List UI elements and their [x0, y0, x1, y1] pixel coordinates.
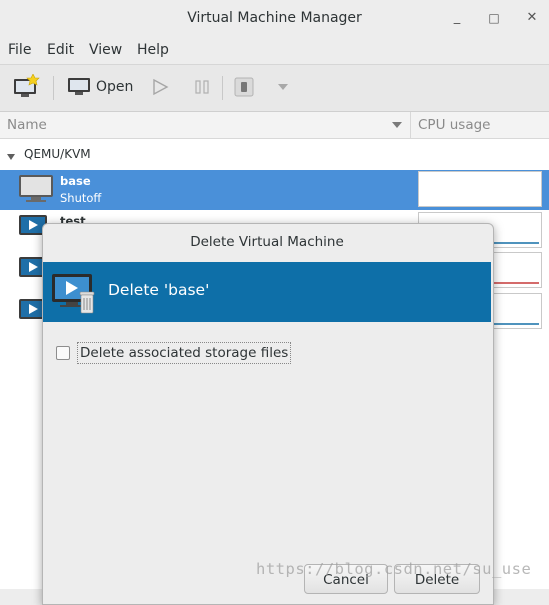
close-icon: ✕: [526, 10, 538, 25]
menu-file[interactable]: File: [8, 42, 31, 58]
shutdown-button[interactable]: [233, 76, 255, 98]
dialog-title: Delete Virtual Machine: [190, 234, 344, 250]
expander[interactable]: [6, 150, 16, 160]
delete-storage-label: Delete associated storage files: [80, 345, 289, 361]
menu-bar: [0, 38, 549, 64]
vm-status: Shutoff: [60, 191, 102, 205]
menu-view[interactable]: View: [89, 42, 122, 58]
monitor-icon: [68, 78, 90, 95]
maximize-icon: □: [488, 11, 500, 25]
pause-button[interactable]: [192, 77, 212, 97]
column-name-header[interactable]: Name: [7, 117, 47, 133]
toolbar-separator: [222, 76, 223, 100]
dialog-heading: Delete 'base': [108, 281, 210, 299]
delete-storage-label-focus[interactable]: Delete associated storage files: [77, 342, 292, 364]
delete-storage-checkbox[interactable]: [56, 346, 70, 360]
vm-off-icon: [19, 175, 53, 202]
vm-delete-icon: [52, 274, 95, 314]
maximize-button[interactable]: □: [484, 8, 504, 28]
new-vm-button[interactable]: [12, 73, 40, 100]
menu-edit[interactable]: Edit: [47, 42, 74, 58]
column-divider: [410, 112, 411, 138]
chevron-down-icon: [278, 84, 288, 90]
pause-icon: [195, 80, 209, 94]
connection-label: QEMU/KVM: [24, 147, 91, 161]
toolbar-separator: [53, 76, 54, 100]
run-button[interactable]: [150, 77, 170, 97]
triangle-down-icon: [7, 154, 15, 160]
minimize-button[interactable]: _: [447, 8, 467, 28]
watermark: https://blog.csdn.net/su_use: [256, 560, 532, 578]
minimize-icon: _: [453, 10, 461, 25]
chevron-down-icon: [392, 122, 402, 128]
cpu-usage-graph: [418, 171, 542, 207]
play-icon: [153, 78, 169, 96]
open-button[interactable]: Open: [67, 74, 135, 100]
power-icon: [234, 77, 254, 97]
new-vm-icon: [14, 73, 40, 97]
open-label: Open: [96, 79, 134, 95]
shutdown-menu-button[interactable]: [276, 80, 290, 94]
close-button[interactable]: ✕: [522, 8, 542, 28]
vm-name: base: [60, 174, 91, 188]
column-cpu-header[interactable]: CPU usage: [418, 117, 490, 133]
menu-help[interactable]: Help: [137, 42, 169, 58]
sort-chevron[interactable]: [391, 119, 403, 131]
